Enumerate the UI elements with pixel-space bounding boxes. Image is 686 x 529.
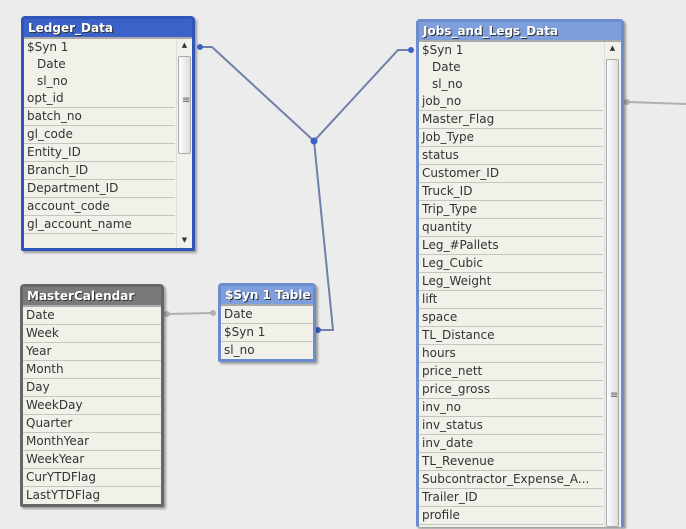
field-row[interactable]: space <box>419 309 603 327</box>
field-row[interactable]: hours <box>419 345 603 363</box>
field-row[interactable]: WeekDay <box>23 397 161 415</box>
field-row[interactable]: status <box>419 147 603 165</box>
scrollbar[interactable]: ▲ ≡ <box>604 42 620 527</box>
table-jobs-and-legs-data[interactable]: Jobs_and_Legs_Data $Syn 1 Date sl_no job_no… <box>416 19 624 527</box>
field-row[interactable]: Leg_#Pallets <box>419 237 603 255</box>
field-row[interactable]: Date <box>419 59 603 76</box>
field-row[interactable]: Branch_ID <box>24 162 175 180</box>
link-calendar-syn-table <box>166 312 214 315</box>
field-row[interactable]: batch_no <box>24 108 175 126</box>
field-row[interactable]: sl_no <box>221 342 313 359</box>
field-row[interactable]: inv_no <box>419 399 603 417</box>
field-row[interactable]: sl_no <box>419 76 603 93</box>
field-row[interactable]: CurYTDFlag <box>23 469 161 487</box>
field-row[interactable]: $Syn 1 <box>419 42 603 59</box>
table-ledger-data[interactable]: Ledger_Data $Syn 1 Date sl_no opt_id batch_n… <box>21 16 195 251</box>
field-row[interactable]: Quarter <box>23 415 161 433</box>
connector-dot <box>197 44 203 50</box>
field-row[interactable]: MonthYear <box>23 433 161 451</box>
table-title[interactable]: MasterCalendar <box>23 287 161 307</box>
field-row[interactable]: job_no <box>419 93 603 111</box>
field-row[interactable]: sl_no <box>24 73 175 90</box>
table-title[interactable]: Jobs_and_Legs_Data <box>419 22 621 42</box>
junction-node <box>310 137 318 145</box>
field-row[interactable]: Leg_Weight <box>419 273 603 291</box>
field-row[interactable]: price_nett <box>419 363 603 381</box>
field-row[interactable]: $Syn 1 <box>221 324 313 342</box>
link-ledger-syn <box>200 46 315 142</box>
field-row[interactable]: Date <box>221 306 313 324</box>
table-title[interactable]: Ledger_Data <box>24 19 192 39</box>
field-row[interactable]: TL_Revenue <box>419 453 603 471</box>
field-row[interactable]: lift <box>419 291 603 309</box>
field-list: $Syn 1 Date sl_no opt_id batch_no gl_code Enti… <box>24 39 175 234</box>
scroll-up-icon[interactable]: ▲ <box>605 44 620 52</box>
field-row[interactable]: price_gross <box>419 381 603 399</box>
field-row[interactable]: Subcontractor_Expense_A... <box>419 471 603 489</box>
scroll-thumb[interactable]: ≡ <box>606 59 619 527</box>
table-title[interactable]: $Syn 1 Table <box>221 286 313 306</box>
field-row[interactable]: gl_account_name <box>24 216 175 234</box>
link-syn-table <box>313 140 335 331</box>
field-row[interactable]: inv_date <box>419 435 603 453</box>
field-row[interactable]: profile <box>419 507 603 525</box>
field-row[interactable]: Month <box>23 361 161 379</box>
field-row[interactable]: account_code <box>24 198 175 216</box>
field-row[interactable]: Department_ID <box>24 180 175 198</box>
table-syn-1[interactable]: $Syn 1 Table Date $Syn 1 sl_no <box>218 283 316 362</box>
field-row[interactable]: Job_Type <box>419 129 603 147</box>
field-row[interactable]: opt_id <box>24 90 175 108</box>
field-row[interactable]: Date <box>23 307 161 325</box>
connector-dot <box>210 310 216 316</box>
field-list: Date $Syn 1 sl_no <box>221 306 313 359</box>
field-row[interactable]: Entity_ID <box>24 144 175 162</box>
scroll-up-icon[interactable]: ▲ <box>177 41 192 49</box>
field-row[interactable]: Customer_ID <box>419 165 603 183</box>
field-row[interactable]: inv_status <box>419 417 603 435</box>
field-row[interactable]: $Syn 1 <box>24 39 175 56</box>
scroll-thumb[interactable]: ≡ <box>178 56 191 154</box>
field-row[interactable]: Week <box>23 325 161 343</box>
field-row[interactable]: Truck_ID <box>419 183 603 201</box>
field-row[interactable]: WeekYear <box>23 451 161 469</box>
scroll-down-icon[interactable]: ▼ <box>177 236 192 244</box>
field-row[interactable]: Trip_Type <box>419 201 603 219</box>
field-row[interactable]: TL_Distance <box>419 327 603 345</box>
table-master-calendar[interactable]: MasterCalendar Date Week Year Month Day WeekD… <box>20 284 164 507</box>
field-row[interactable]: LastYTDFlag <box>23 487 161 504</box>
field-row[interactable]: Date <box>24 56 175 73</box>
connector-dot <box>164 311 170 317</box>
field-list: Date Week Year Month Day WeekDay Quarter MonthY… <box>23 307 161 504</box>
field-row[interactable]: Master_Flag <box>419 111 603 129</box>
field-row[interactable]: quantity <box>419 219 603 237</box>
connector-dot <box>624 99 630 105</box>
link-jobs-syn <box>313 49 411 142</box>
connector-dot <box>408 47 414 53</box>
field-list: $Syn 1 Date sl_no job_no Master_Flag Job_Type… <box>419 42 603 525</box>
scrollbar[interactable]: ▲ ≡ ▼ <box>176 39 192 248</box>
field-row[interactable]: Year <box>23 343 161 361</box>
field-row[interactable]: Trailer_ID <box>419 489 603 507</box>
field-row[interactable]: Day <box>23 379 161 397</box>
field-row[interactable]: gl_code <box>24 126 175 144</box>
field-row[interactable]: Leg_Cubic <box>419 255 603 273</box>
link-jobs-offscreen <box>626 101 686 105</box>
